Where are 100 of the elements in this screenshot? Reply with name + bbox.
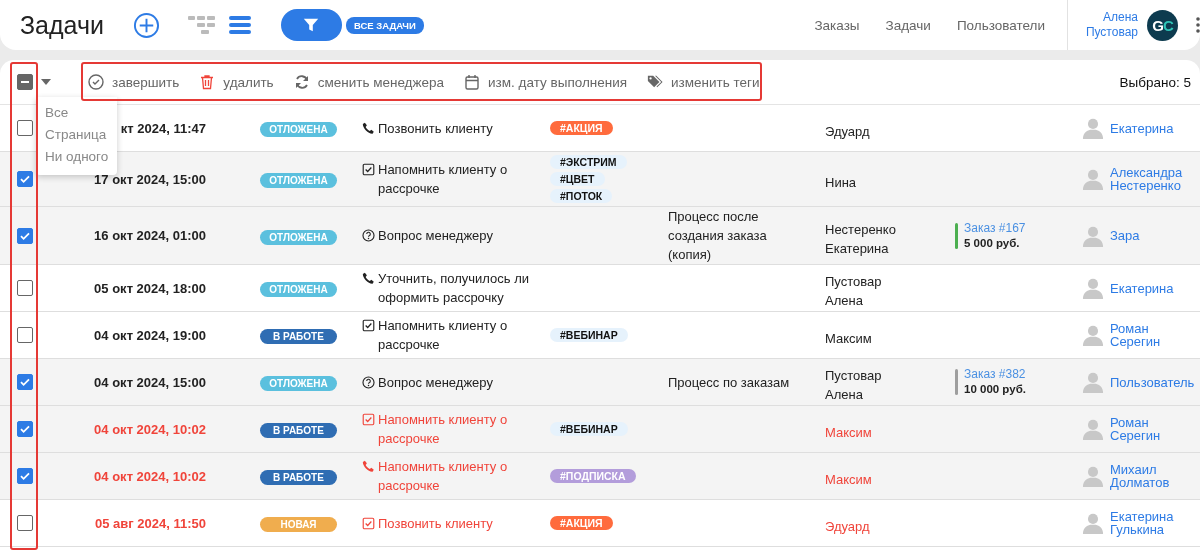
select-all-checkbox[interactable] — [17, 74, 33, 90]
client-name: Максим — [825, 329, 873, 348]
due-date: кт 2024, 11:47 — [120, 120, 206, 136]
status-badge: ОТЛОЖЕНА — [260, 376, 337, 391]
phone-icon — [362, 460, 375, 473]
person-icon — [1082, 277, 1104, 299]
manager-link[interactable]: Екатерина — [1110, 121, 1174, 135]
checkbox-icon — [362, 163, 375, 176]
task-title[interactable]: Уточнить, получилось ли оформить рассрочку — [378, 269, 537, 307]
task-row[interactable]: 04 окт 2024, 10:02 В РАБОТЕ Напомнить клиенту о рассрочке #ВЕБИНАР Максим Роман Серегин — [0, 406, 1200, 453]
status-badge: ОТЛОЖЕНА — [260, 173, 337, 188]
row-checkbox[interactable] — [17, 327, 33, 343]
status-badge: ОТЛОЖЕНА — [260, 122, 337, 137]
due-date: 16 окт 2024, 01:00 — [94, 228, 206, 243]
question-icon — [362, 229, 375, 242]
task-row[interactable]: 04 окт 2024, 15:00 ОТЛОЖЕНА Вопрос менеджеру Процесс по заказам Пустовар Алена Заказ #382 10 000 руб. Пользователь — [0, 359, 1200, 406]
nav-link[interactable]: Задачи — [885, 17, 931, 33]
action-button[interactable]: завершить — [88, 74, 180, 90]
action-button[interactable]: изм. дату выполнения — [464, 74, 628, 90]
add-icon[interactable] — [132, 11, 160, 39]
trash-icon — [199, 74, 216, 90]
row-checkbox[interactable] — [17, 227, 33, 244]
row-checkbox[interactable] — [17, 468, 33, 484]
manager-link[interactable]: Александра Нестеренко — [1110, 166, 1183, 192]
menu-item[interactable]: Страница — [45, 124, 117, 146]
task-title[interactable]: Напомнить клиенту о рассрочке — [378, 410, 537, 448]
tag: #ЭКСТРИМ — [550, 155, 627, 169]
client-name: Максим — [825, 470, 873, 489]
row-checkbox[interactable] — [17, 515, 33, 531]
task-title[interactable]: Напомнить клиенту о рассрочке — [378, 316, 537, 354]
task-title[interactable]: Позвонить клиенту — [378, 118, 493, 138]
checkbox-icon — [362, 516, 375, 530]
tag: #ЦВЕТ — [550, 172, 605, 186]
calendar-icon — [464, 74, 481, 90]
manager-link[interactable]: Зара — [1110, 229, 1140, 242]
tag: #АКЦИЯ — [550, 516, 613, 530]
filter-badge[interactable]: ВСЕ ЗАДАЧИ — [345, 16, 424, 34]
user-name[interactable]: Алена Пустовар — [1080, 10, 1138, 40]
client-name: Нина — [825, 173, 858, 192]
action-button[interactable]: удалить — [199, 74, 274, 90]
person-icon — [1082, 465, 1104, 487]
more-icon[interactable] — [1196, 17, 1200, 33]
task-row[interactable]: 05 авг 2024, 11:50 НОВАЯ Позвонить клиенту #АКЦИЯ Эдуард Екатерина Гулькина — [0, 500, 1200, 547]
tag: #АКЦИЯ — [550, 121, 613, 135]
order-amount: 5 000 руб. — [964, 235, 1021, 251]
task-row[interactable]: 05 окт 2024, 18:00 ОТЛОЖЕНА Уточнить, получилось ли оформить рассрочку Пустовар Алена Екатерина — [0, 265, 1200, 312]
task-row[interactable]: 04 окт 2024, 10:02 В РАБОТЕ Напомнить клиенту о рассрочке #ПОДПИСКА Максим Михаил Долматов — [0, 453, 1200, 500]
manager-link[interactable]: Екатерина — [1110, 281, 1174, 295]
manager-link[interactable]: Екатерина Гулькина — [1110, 510, 1174, 536]
task-title[interactable]: Вопрос менеджеру — [378, 226, 493, 245]
nav-link[interactable]: Заказы — [814, 17, 860, 33]
tag: #ВЕБИНАР — [550, 422, 628, 436]
row-checkbox[interactable] — [17, 120, 33, 136]
person-icon — [1082, 168, 1104, 190]
person-icon — [1082, 512, 1104, 534]
task-title[interactable]: Напомнить клиенту о рассрочке — [378, 457, 537, 495]
user-avatar[interactable]: GC — [1147, 9, 1178, 41]
manager-link[interactable]: Роман Серегин — [1110, 416, 1161, 442]
row-checkbox[interactable] — [17, 171, 33, 187]
menu-item[interactable]: Все — [45, 102, 117, 124]
order-link[interactable]: Заказ #382 — [964, 367, 1026, 382]
status-badge: ОТЛОЖЕНА — [260, 282, 337, 297]
tag: #ПОДПИСКА — [550, 469, 636, 483]
due-date: 05 окт 2024, 18:00 — [94, 280, 206, 296]
due-date: 05 авг 2024, 11:50 — [95, 515, 206, 531]
action-button[interactable]: изменить теги — [647, 74, 760, 90]
person-icon — [1082, 117, 1104, 139]
action-button[interactable]: сменить менеджера — [293, 74, 445, 90]
due-date: 04 окт 2024, 10:02 — [94, 468, 206, 484]
manager-link[interactable]: Пользователь — [1110, 375, 1195, 389]
task-row[interactable]: 16 окт 2024, 01:00 ОТЛОЖЕНА Вопрос менеджеру Процесс после создания заказа (копия) Нестеренко Екатерина Заказ #167 5 000 руб. Зара — [0, 207, 1200, 265]
row-checkbox[interactable] — [17, 374, 33, 390]
task-title[interactable]: Позвонить клиенту — [378, 513, 493, 533]
check-circle-icon — [88, 74, 104, 90]
due-date: 04 окт 2024, 19:00 — [94, 327, 206, 343]
status-badge: В РАБОТЕ — [260, 423, 337, 438]
tag: #ВЕБИНАР — [550, 328, 628, 342]
task-title[interactable]: Напомнить клиенту о рассрочке — [378, 160, 537, 198]
row-checkbox[interactable] — [17, 280, 33, 296]
status-badge: В РАБОТЕ — [260, 329, 337, 344]
client-name: Пустовар Алена — [825, 273, 883, 310]
due-date: 17 окт 2024, 15:00 — [94, 171, 206, 187]
status-badge: НОВАЯ — [260, 517, 337, 532]
client-name: Нестеренко Екатерина — [825, 220, 897, 258]
page-title: Задачи — [20, 10, 104, 40]
filter-button[interactable] — [280, 9, 342, 41]
caret-icon[interactable] — [41, 79, 51, 85]
person-icon — [1082, 418, 1104, 440]
status-badge: В РАБОТЕ — [260, 470, 337, 485]
task-title[interactable]: Вопрос менеджеру — [378, 372, 493, 392]
order-link[interactable]: Заказ #167 — [964, 220, 1026, 236]
manager-link[interactable]: Михаил Долматов — [1110, 463, 1170, 489]
manager-link[interactable]: Роман Серегин — [1110, 322, 1161, 348]
checkbox-icon — [362, 413, 375, 426]
order-amount: 10 000 руб. — [964, 382, 1026, 397]
nav-link[interactable]: Пользователи — [956, 17, 1045, 33]
row-checkbox[interactable] — [17, 421, 33, 437]
phone-icon — [362, 272, 375, 285]
list-view-icon[interactable] — [228, 16, 251, 34]
process-name: Процесс по заказам — [668, 373, 791, 392]
